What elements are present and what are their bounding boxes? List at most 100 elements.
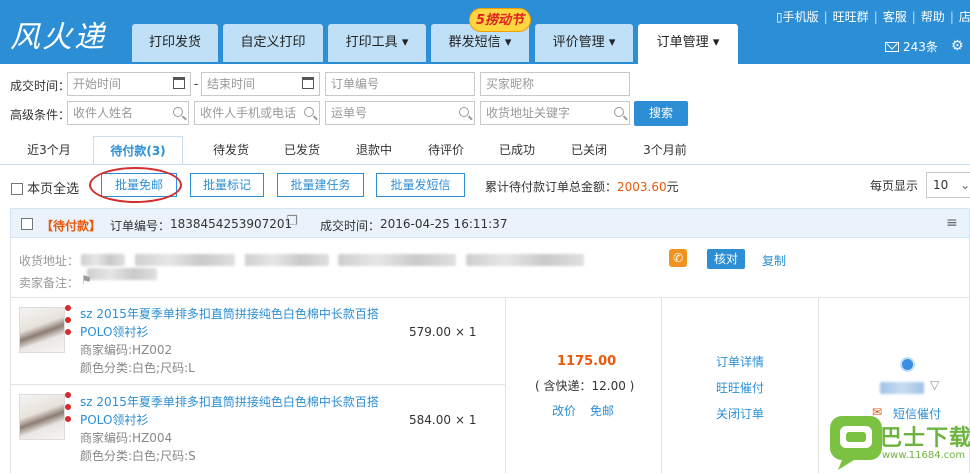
copy-icon[interactable]: ❐ — [286, 214, 298, 229]
modify-price-link[interactable]: 改价 — [552, 402, 576, 419]
filter-icon[interactable]: ▽ — [930, 378, 939, 392]
mail-icon — [885, 42, 899, 52]
order-no-label: 订单编号： — [110, 219, 171, 233]
flag-icon[interactable]: ⚑ — [81, 273, 92, 287]
copy-address-link[interactable]: 复制 — [762, 252, 786, 269]
buyer-nick-input[interactable]: 买家昵称 — [480, 72, 630, 96]
top-header: 风火递 打印发货 自定义打印 打印工具 ▾ 群发短信 ▾ 评价管理 ▾ 订单管理… — [0, 0, 970, 64]
nav-tab-review-mgmt[interactable]: 评价管理 ▾ — [535, 24, 633, 62]
tab-closed[interactable]: 已关闭 — [554, 136, 624, 164]
tab-refunding[interactable]: 退款中 — [339, 136, 409, 164]
chevron-down-icon: ▾ — [608, 35, 616, 50]
pending-total: 累计待付款订单总金额：2003.60元 — [485, 178, 679, 195]
seller-note-label: 卖家备注： — [19, 276, 80, 290]
calendar-icon[interactable] — [173, 77, 185, 92]
waybill-placeholder: 运单号 — [331, 106, 368, 120]
deal-time-value: 2016-04-25 16:11:37 — [380, 217, 508, 231]
date-range-dash: - — [194, 77, 199, 91]
nav-tab-label: 打印工具 — [345, 35, 398, 50]
per-page-value: 10 — [933, 178, 949, 192]
menu-icon[interactable]: ≡ — [946, 215, 958, 231]
wangwang-remind-link[interactable]: 旺旺催付 — [716, 379, 764, 396]
advanced-label: 高级条件： — [10, 108, 71, 122]
link-wangwang-group[interactable]: 旺旺群 — [833, 10, 869, 24]
order-no-placeholder: 订单编号 — [331, 77, 380, 91]
per-page-select[interactable]: 10 ⌄ — [926, 172, 970, 198]
recipient-name-input[interactable]: 收件人姓名 — [67, 101, 189, 125]
separator: | — [911, 10, 916, 24]
free-shipping-link[interactable]: 免邮 — [590, 402, 614, 419]
separator: | — [873, 10, 878, 24]
merchant-code: 商家编码:HZ004 — [80, 431, 173, 445]
link-shop[interactable]: 店 — [959, 10, 970, 24]
tab-shipped[interactable]: 已发货 — [267, 136, 337, 164]
close-order-link[interactable]: 关闭订单 — [716, 405, 764, 422]
tab-older-than-3-months[interactable]: 3个月前 — [630, 136, 700, 164]
tab-divider — [0, 164, 970, 165]
order-status: 【待付款】 — [41, 219, 102, 233]
link-help[interactable]: 帮助 — [921, 10, 945, 24]
product-title-link[interactable]: sz 2015年夏季单排多扣直筒拼接纯色白色棉中长款百搭POLO领衬衫 — [80, 393, 380, 429]
promo-dots — [65, 392, 73, 428]
recipient-phone-input[interactable]: 收件人手机或电话 — [194, 101, 320, 125]
start-time-placeholder: 开始时间 — [73, 77, 122, 91]
search-button[interactable]: 搜索 — [634, 101, 688, 126]
waybill-input[interactable]: 运单号 — [325, 101, 475, 125]
product-title-link[interactable]: sz 2015年夏季单排多扣直筒拼接纯色白色棉中长款百搭POLO领衬衫 — [80, 305, 380, 341]
row-divider — [11, 297, 969, 298]
separator: | — [823, 10, 828, 24]
tab-recent-3-months[interactable]: 近3个月 — [14, 136, 84, 164]
watermark-brand: 巴士下载 — [880, 426, 970, 451]
checkbox-icon[interactable] — [11, 183, 23, 195]
item-qty: × 1 — [455, 325, 477, 339]
batch-send-sms-button[interactable]: 批量发短信 — [376, 173, 465, 197]
order-total-amount: 1175.00 — [557, 354, 617, 369]
site-watermark: 巴士下载 www.11684.com — [826, 410, 970, 473]
search-icon — [459, 106, 469, 120]
batch-mark-button[interactable]: 批量标记 — [190, 173, 264, 197]
product-thumbnail[interactable] — [19, 307, 65, 353]
column-divider — [505, 298, 506, 473]
product-thumbnail[interactable] — [19, 394, 65, 440]
nav-tab-order-mgmt[interactable]: 订单管理 ▾ — [638, 24, 738, 64]
nav-tab-label: 评价管理 — [552, 35, 605, 50]
tab-awaiting-shipment[interactable]: 待发货 — [196, 136, 266, 164]
highlight-circle-annotation — [89, 167, 182, 203]
order-no-input[interactable]: 订单编号 — [325, 72, 475, 96]
end-time-input[interactable]: 结束时间 — [201, 72, 320, 96]
item-price: 579.00 — [409, 325, 451, 339]
order-detail-link[interactable]: 订单详情 — [716, 353, 764, 370]
promo-badge[interactable]: 5捞动节 — [469, 8, 531, 32]
address-keyword-placeholder: 收货地址关键字 — [486, 106, 571, 120]
nav-tab-custom-print[interactable]: 自定义打印 — [223, 24, 323, 62]
verify-address-button[interactable]: 核对 — [707, 249, 745, 269]
column-divider — [661, 298, 662, 473]
tab-completed[interactable]: 已成功 — [482, 136, 552, 164]
shipping-fee: ( 含快递：12.00 ) — [535, 379, 635, 393]
nav-tab-print-tools[interactable]: 打印工具 ▾ — [328, 24, 426, 62]
app-logo[interactable]: 风火递 — [10, 12, 106, 56]
tab-awaiting-review[interactable]: 待评价 — [411, 136, 481, 164]
sku-info: 颜色分类:白色;尺码:S — [80, 449, 196, 463]
wangwang-chat-icon[interactable] — [900, 357, 915, 372]
phone-icon[interactable]: ✆ — [669, 249, 687, 267]
start-time-input[interactable]: 开始时间 — [67, 72, 191, 96]
link-mobile[interactable]: 手机版 — [783, 10, 819, 24]
tab-awaiting-payment[interactable]: 待付款(3) — [93, 136, 183, 165]
chevron-down-icon: ▾ — [401, 35, 409, 50]
sku-info: 颜色分类:白色;尺码:L — [80, 361, 195, 375]
address-keyword-input[interactable]: 收货地址关键字 — [480, 101, 630, 125]
nav-tab-print-ship[interactable]: 打印发货 — [132, 24, 218, 62]
recipient-name-placeholder: 收件人姓名 — [73, 106, 134, 120]
recipient-phone-placeholder: 收件人手机或电话 — [200, 106, 297, 120]
watermark-url: www.11684.com — [882, 450, 966, 461]
settings-icon[interactable]: ⚙ — [951, 38, 964, 54]
message-counter[interactable]: 243条 — [885, 38, 938, 55]
batch-create-task-button[interactable]: 批量建任务 — [277, 173, 364, 197]
order-checkbox[interactable] — [21, 218, 33, 230]
chevron-down-icon: ▾ — [504, 35, 512, 50]
watermark-logo-icon — [830, 416, 882, 470]
link-customer-service[interactable]: 客服 — [883, 10, 907, 24]
calendar-icon[interactable] — [302, 77, 314, 92]
select-all-checkbox[interactable]: 本页全选 — [11, 178, 79, 197]
